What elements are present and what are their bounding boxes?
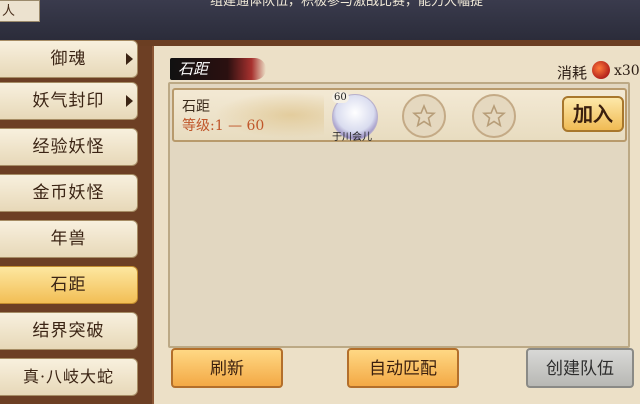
sidebar-item-label: 御魂 — [50, 49, 87, 69]
team-level-range: 等级:1 — 60 — [182, 118, 265, 134]
sidebar-item-jinbi-yaoguai[interactable]: 金币妖怪 — [0, 174, 138, 212]
sidebar-item-shiju[interactable]: 石距 — [0, 266, 138, 304]
star-icon — [412, 104, 436, 128]
panel-title: 石距 — [178, 60, 209, 78]
empty-slot — [402, 94, 446, 138]
empty-slot — [472, 94, 516, 138]
sidebar-item-label: 妖气封印 — [32, 91, 105, 111]
sidebar-item-label: 结界突破 — [32, 321, 105, 341]
member-name: 于川会儿 — [332, 132, 372, 143]
sidebar-item-label: 年兽 — [50, 229, 87, 249]
marquee-text: 组建通体队伍，积极参与激战比赛，能力大幅提 — [210, 0, 484, 9]
sidebar-item-jiejie-tupo[interactable]: 结界突破 — [0, 312, 138, 350]
top-banner: 人 组建通体队伍，积极参与激战比赛，能力大幅提 — [0, 0, 640, 42]
cost-value: x30 — [614, 63, 640, 79]
sidebar-item-jingyan-yaoguai[interactable]: 经验妖怪 — [0, 128, 138, 166]
top-tab[interactable]: 人 — [0, 0, 40, 22]
sidebar-item-nianshou[interactable]: 年兽 — [0, 220, 138, 258]
sidebar-item-yuhun[interactable]: 御魂 — [0, 40, 138, 78]
cost-label: 消耗 — [557, 64, 588, 82]
refresh-button[interactable]: 刷新 — [171, 348, 283, 388]
sidebar-item-label: 真·八岐大蛇 — [22, 367, 115, 386]
chevron-right-icon — [126, 53, 133, 65]
main-panel: 石距 消耗 x30 石距 等级:1 — 60 60 于川会儿 加入 刷新 自动匹… — [154, 46, 640, 404]
auto-match-button[interactable]: 自动匹配 — [347, 348, 459, 388]
sidebar: 御魂 妖气封印 经验妖怪 金币妖怪 年兽 石距 结界突破 真·八岐大蛇 — [0, 40, 154, 404]
create-team-button[interactable]: 创建队伍 — [526, 348, 634, 388]
join-button[interactable]: 加入 — [562, 96, 624, 132]
sidebar-item-yamata-orochi[interactable]: 真·八岐大蛇 — [0, 358, 138, 396]
stamina-orb-icon — [592, 61, 610, 79]
star-icon — [482, 104, 506, 128]
team-name: 石距 — [182, 99, 210, 115]
sidebar-item-label: 经验妖怪 — [32, 137, 105, 157]
team-row[interactable]: 石距 等级:1 — 60 60 于川会儿 加入 — [172, 88, 627, 143]
chevron-right-icon — [126, 95, 133, 107]
member-level: 60 — [332, 92, 349, 103]
sidebar-item-label: 石距 — [50, 275, 87, 295]
sidebar-item-label: 金币妖怪 — [32, 183, 105, 203]
sidebar-item-yaoqi-fengyin[interactable]: 妖气封印 — [0, 82, 138, 120]
